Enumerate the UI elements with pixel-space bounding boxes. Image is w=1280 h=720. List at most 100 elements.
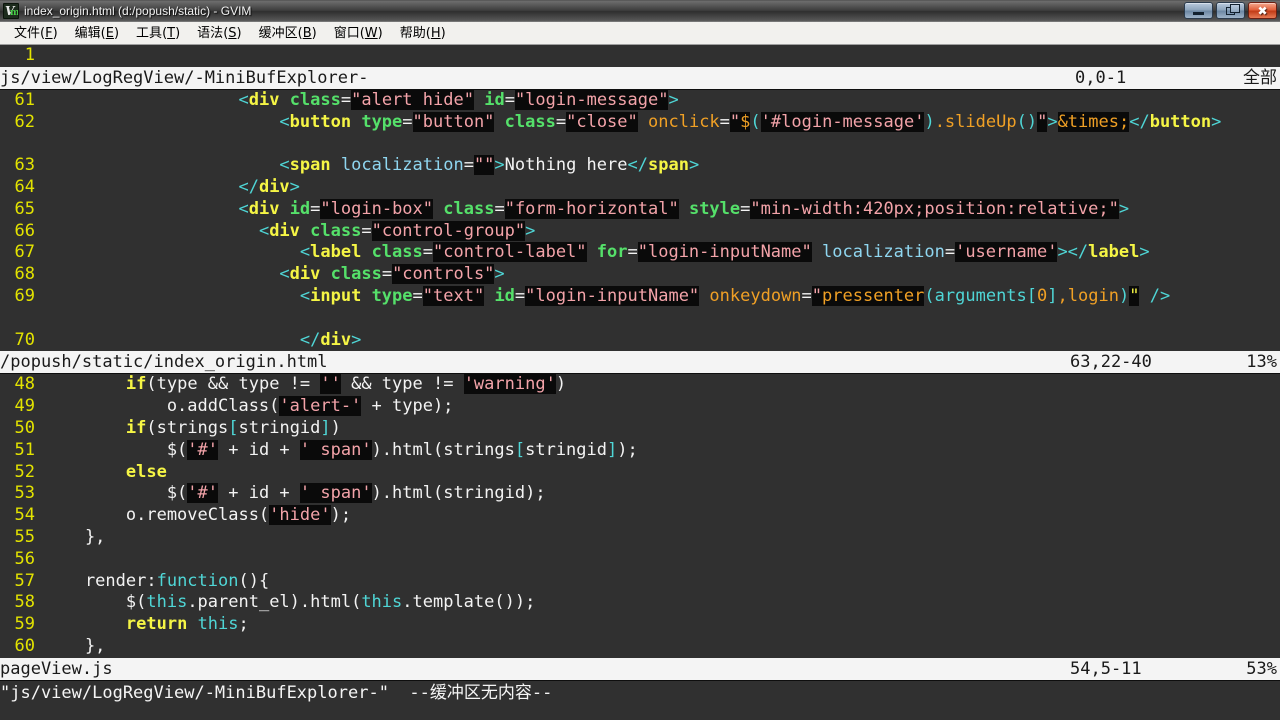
line-number: 67 <box>14 242 35 263</box>
restore-button[interactable] <box>1216 2 1245 19</box>
line-number: 57 <box>14 570 35 591</box>
minimize-button[interactable] <box>1184 2 1213 19</box>
line-number: 60 <box>14 635 35 656</box>
code-text: <input type="text" id="login-inputName" … <box>299 285 1171 306</box>
line-number: 49 <box>14 396 35 417</box>
code-line[interactable]: 68 <div class="controls"> <box>0 264 1280 286</box>
menu-label: 语法 <box>197 25 224 41</box>
menu-item-file[interactable]: 文件(F) <box>6 24 67 43</box>
line-number: 70 <box>14 329 35 350</box>
gvim-window: Vm index_origin.html (d:/popush/static) … <box>0 0 1280 720</box>
menu-item-edit[interactable]: 编辑(E) <box>67 24 128 43</box>
code-text: return this; <box>125 614 249 635</box>
code-line[interactable]: 54 o.removeClass('hide'); <box>0 505 1280 527</box>
code-text: else <box>125 461 167 482</box>
code-line[interactable]: 65 <div id="login-box" class="form-horiz… <box>0 198 1280 221</box>
code-line[interactable]: 64 </div> <box>0 177 1280 199</box>
code-line[interactable]: 62 <button type="button" class="close" o… <box>0 111 1280 156</box>
menu-label: 工具 <box>136 25 163 41</box>
code-line[interactable]: 69 <input type="text" id="login-inputNam… <box>0 285 1280 330</box>
line-number: 69 <box>14 285 35 306</box>
menu-label: 缓冲区 <box>258 25 298 41</box>
menu-item-tools[interactable]: 工具(T) <box>128 24 189 43</box>
close-button[interactable]: ✖ <box>1248 2 1277 19</box>
menu-bar: 文件(F) 编辑(E) 工具(T) 语法(S) 缓冲区(B) 窗口(W) 帮助(… <box>0 22 1280 45</box>
menu-item-help[interactable]: 帮助(H) <box>392 24 455 43</box>
code-text: </div> <box>238 176 300 197</box>
code-text: o.addClass('alert-' + type); <box>44 396 454 417</box>
code-text: <span localization="">Nothing here</span… <box>279 155 700 176</box>
code-line[interactable]: 49 o.addClass('alert-' + type); <box>0 396 1280 418</box>
line-number: 63 <box>14 155 35 176</box>
code-text: $('#' + id + ' span').html(stringid); <box>44 483 546 504</box>
js-buffer-window[interactable]: 48 if(type && type != '' && type != 'war… <box>0 374 1280 657</box>
code-line[interactable]: 48 if(type && type != '' && type != 'war… <box>0 374 1280 396</box>
code-text: </div> <box>299 329 362 350</box>
line-number: 53 <box>14 483 35 504</box>
menu-item-window[interactable]: 窗口(W) <box>326 24 392 43</box>
code-line[interactable]: 1 <box>0 45 1280 67</box>
code-line[interactable]: 51 $('#' + id + ' span').html(strings[st… <box>0 439 1280 462</box>
code-text: }, <box>44 526 106 547</box>
statusline-minibufexplorer[interactable]: js/view/LogRegView/-MiniBufExplorer- 0,0… <box>0 66 1280 90</box>
statusline-filename: pageView.js <box>0 658 113 679</box>
code-text: <label class="control-label" for="login-… <box>299 242 1150 263</box>
code-text: $('#' + id + ' span').html(strings[strin… <box>44 439 638 460</box>
line-number: 55 <box>14 526 35 547</box>
code-text: }, <box>44 635 106 656</box>
code-line[interactable]: 52 else <box>0 462 1280 484</box>
menu-accel: B <box>302 25 312 41</box>
code-text: o.removeClass('hide'); <box>44 505 352 526</box>
statusline-percent: 全部 <box>1243 67 1277 88</box>
code-text: $(this.parent_el).html(this.template()); <box>44 592 536 613</box>
line-number: 64 <box>14 176 35 197</box>
menu-label: 文件 <box>14 25 41 41</box>
code-line[interactable]: 66 <div class="control-group"> <box>0 220 1280 243</box>
code-line[interactable]: 58 $(this.parent_el).html(this.template(… <box>0 592 1280 614</box>
line-number: 56 <box>14 548 35 569</box>
code-line[interactable]: 60 }, <box>0 636 1280 658</box>
statusline-filename: js/view/LogRegView/-MiniBufExplorer- <box>0 67 369 88</box>
html-buffer-window[interactable]: 61 <div class="alert hide" id="login-mes… <box>0 89 1280 352</box>
code-line[interactable]: 59 return this; <box>0 614 1280 636</box>
menu-label: 窗口 <box>333 25 360 41</box>
menu-accel: S <box>228 25 237 41</box>
gvim-icon: Vm <box>3 3 19 19</box>
code-text: <div class="alert hide" id="login-messag… <box>238 89 679 110</box>
code-line[interactable]: 67 <label class="control-label" for="log… <box>0 242 1280 264</box>
code-line[interactable]: 50 if(strings[stringid]) <box>0 418 1280 440</box>
line-number: 66 <box>14 220 35 241</box>
command-line[interactable]: "js/view/LogRegView/-MiniBufExplorer-" -… <box>0 680 1280 705</box>
code-line[interactable]: 61 <div class="alert hide" id="login-mes… <box>0 89 1280 112</box>
statusline-percent: 13% <box>1246 352 1277 373</box>
menu-item-buffers[interactable]: 缓冲区(B) <box>251 24 326 43</box>
code-line[interactable]: 56 <box>0 549 1280 571</box>
menu-accel: W <box>364 25 378 41</box>
window-controls: ✖ <box>1184 2 1277 19</box>
code-line[interactable]: 63 <span localization="">Nothing here</s… <box>0 155 1280 177</box>
line-number: 58 <box>14 592 35 613</box>
line-number: 68 <box>14 264 35 285</box>
minibufexplorer-window[interactable]: 1 <box>0 45 1280 67</box>
line-number: 61 <box>14 89 35 110</box>
menu-item-syntax[interactable]: 语法(S) <box>189 24 250 43</box>
statusline-position: 0,0-1 <box>1075 67 1127 88</box>
close-icon: ✖ <box>1257 3 1268 18</box>
statusline-percent: 53% <box>1246 658 1277 679</box>
statusline-js-buffer[interactable]: pageView.js 54,5-11 53% <box>0 657 1280 681</box>
vim-editor[interactable]: 1 js/view/LogRegView/-MiniBufExplorer- 0… <box>0 45 1280 720</box>
line-number: 51 <box>14 439 35 460</box>
code-line[interactable]: 53 $('#' + id + ' span').html(stringid); <box>0 483 1280 505</box>
statusline-position: 54,5-11 <box>1070 658 1142 679</box>
statusline-html-buffer[interactable]: /popush/static/index_origin.html 63,22-4… <box>0 351 1280 375</box>
code-line[interactable]: 55 }, <box>0 527 1280 549</box>
code-text: <div id="login-box" class="form-horizont… <box>238 198 1130 219</box>
code-line[interactable]: 57 render:function(){ <box>0 571 1280 593</box>
menu-label: 帮助 <box>399 25 426 41</box>
line-number: 1 <box>24 45 35 65</box>
code-text: <div class="controls"> <box>279 264 505 285</box>
code-text: render:function(){ <box>44 570 270 591</box>
code-line[interactable]: 70 </div> <box>0 330 1280 352</box>
menu-accel: F <box>45 25 53 41</box>
line-number: 50 <box>14 417 35 438</box>
